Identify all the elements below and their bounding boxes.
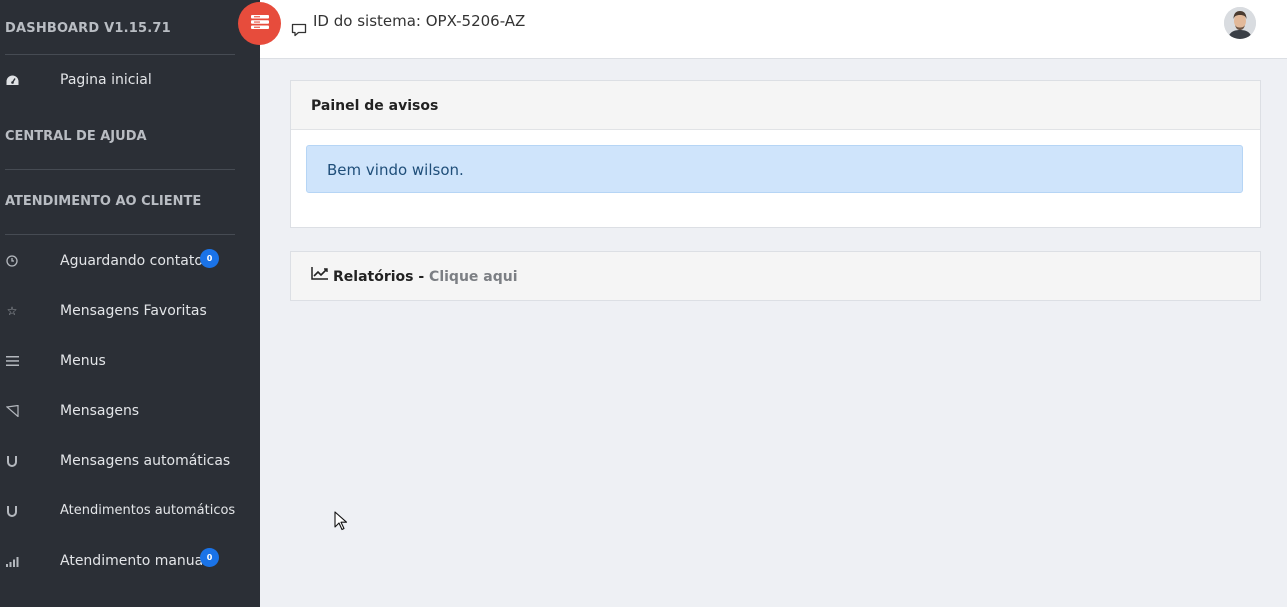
sidebar-title: DASHBOARD V1.15.71 [5, 21, 171, 36]
sidebar-item-automatic-messages[interactable]: Mensagens automáticas [0, 436, 260, 486]
sidebar-item-label: Atendimentos automáticos [60, 503, 236, 518]
mouse-cursor-icon [334, 511, 348, 535]
sidebar-item-messages[interactable]: Mensagens [0, 386, 260, 436]
sidebar-item-label: Aguardando contato [60, 253, 203, 269]
magnet-icon [5, 436, 19, 486]
sidebar-item-awaiting-contact[interactable]: Aguardando contato 0 [0, 236, 260, 286]
star-icon: ☆ [6, 304, 18, 318]
sidebar-item-home[interactable]: Pagina inicial [0, 55, 260, 105]
count-badge: 0 [200, 249, 219, 268]
notices-panel-title: Painel de avisos [291, 81, 1260, 130]
sidebar-item-label: Mensagens automáticas [60, 453, 231, 469]
top-bar: ID do sistema: OPX-5206-AZ [260, 0, 1287, 59]
menu-lines-icon [5, 336, 19, 386]
sidebar-item-label: Mensagens Favoritas [60, 303, 207, 319]
signal-bars-icon [5, 536, 19, 586]
dashboard-icon [5, 55, 19, 105]
notices-panel: Painel de avisos Bem vindo wilson. [290, 80, 1261, 228]
system-id: ID do sistema: OPX-5206-AZ [291, 0, 526, 42]
sidebar: DASHBOARD V1.15.71 Pagina inicial CENTRA… [0, 0, 260, 607]
sidebar-item-menus[interactable]: Menus [0, 336, 260, 386]
system-id-text: ID do sistema: OPX-5206-AZ [313, 12, 526, 30]
chat-icon [291, 12, 307, 54]
reports-link[interactable]: Clique aqui [429, 269, 517, 285]
sidebar-item-label: Pagina inicial [60, 72, 152, 88]
magnet-icon [5, 486, 19, 536]
sidebar-item-label: Atendimento manual [60, 553, 208, 569]
sidebar-item-label: Mensagens [60, 403, 140, 419]
count-badge: 0 [200, 548, 219, 567]
clock-icon [5, 236, 19, 286]
sidebar-item-favorite-messages[interactable]: ☆ Mensagens Favoritas [0, 286, 260, 336]
reports-panel-title: Relatórios - [333, 269, 425, 285]
sidebar-toggle-icon [250, 14, 269, 33]
send-icon [5, 386, 19, 436]
sidebar-heading-help[interactable]: CENTRAL DE AJUDA [0, 105, 260, 169]
reports-panel: Relatórios - Clique aqui [290, 251, 1261, 301]
line-chart-icon [311, 251, 329, 301]
sidebar-item-automatic-services[interactable]: Atendimentos automáticos [0, 486, 260, 536]
sidebar-item-label: Menus [60, 353, 106, 369]
welcome-alert: Bem vindo wilson. [306, 145, 1243, 193]
sidebar-heading-service: ATENDIMENTO AO CLIENTE [5, 194, 202, 209]
reports-panel-header: Relatórios - Clique aqui [291, 252, 1260, 300]
sidebar-toggle-button[interactable] [238, 2, 281, 45]
user-avatar[interactable] [1224, 7, 1256, 39]
sidebar-item-manual-service[interactable]: Atendimento manual 0 [0, 536, 260, 586]
